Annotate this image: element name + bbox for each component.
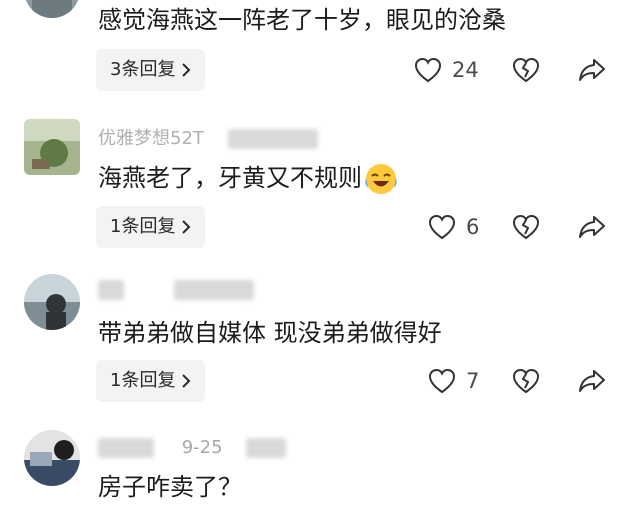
redacted-region	[173, 280, 254, 300]
comment-text: 房子咋卖了？	[98, 473, 242, 501]
share-button[interactable]	[578, 214, 606, 240]
like-button[interactable]: 7	[428, 368, 479, 394]
username[interactable]: 优雅梦想52T	[98, 128, 204, 149]
comment-meta: 9-25	[98, 437, 287, 463]
view-replies-button[interactable]: 3条回复	[96, 49, 206, 91]
like-button[interactable]: 6	[428, 214, 479, 240]
share-button[interactable]	[578, 57, 606, 83]
share-arrow-icon	[579, 59, 605, 81]
comment-date: 9-25	[181, 437, 223, 458]
comment-text: 带弟弟做自媒体 现没弟弟做得好	[98, 319, 442, 347]
dislike-button[interactable]	[512, 57, 540, 83]
view-replies-button[interactable]: 1条回复	[96, 360, 206, 402]
redacted-region	[227, 129, 318, 149]
like-count: 7	[466, 369, 480, 393]
comment-meta: 优雅梦想52T	[98, 124, 318, 150]
share-button[interactable]	[578, 368, 606, 394]
reply-count-label: 3条回复	[110, 59, 176, 80]
comment-text: 海燕老了，牙黄又不规则	[98, 162, 398, 196]
comment-text: 感觉海燕这一阵老了十岁，眼见的沧桑	[98, 6, 506, 34]
like-button[interactable]: 24	[414, 57, 479, 83]
share-arrow-icon	[579, 216, 605, 238]
like-count: 24	[452, 58, 479, 82]
chevron-right-icon	[182, 63, 191, 77]
chevron-right-icon	[182, 374, 191, 388]
broken-heart-icon	[512, 57, 540, 83]
redacted-region	[246, 438, 287, 458]
reply-count-label: 1条回复	[110, 370, 176, 391]
avatar[interactable]	[24, 0, 80, 18]
laughing-crying-emoji	[364, 162, 398, 196]
broken-heart-icon	[512, 368, 540, 394]
redacted-region	[98, 438, 154, 458]
broken-heart-icon	[512, 214, 540, 240]
avatar[interactable]	[24, 119, 80, 175]
share-arrow-icon	[579, 370, 605, 392]
avatar[interactable]	[24, 430, 80, 486]
like-count: 6	[466, 215, 480, 239]
reply-count-label: 1条回复	[110, 216, 176, 237]
chevron-right-icon	[182, 220, 191, 234]
redacted-region	[98, 280, 124, 300]
view-replies-button[interactable]: 1条回复	[96, 206, 206, 248]
heart-outline-icon	[428, 214, 456, 240]
dislike-button[interactable]	[512, 214, 540, 240]
comment-meta	[98, 279, 254, 305]
heart-outline-icon	[414, 57, 442, 83]
heart-outline-icon	[428, 368, 456, 394]
avatar[interactable]	[24, 274, 80, 330]
dislike-button[interactable]	[512, 368, 540, 394]
